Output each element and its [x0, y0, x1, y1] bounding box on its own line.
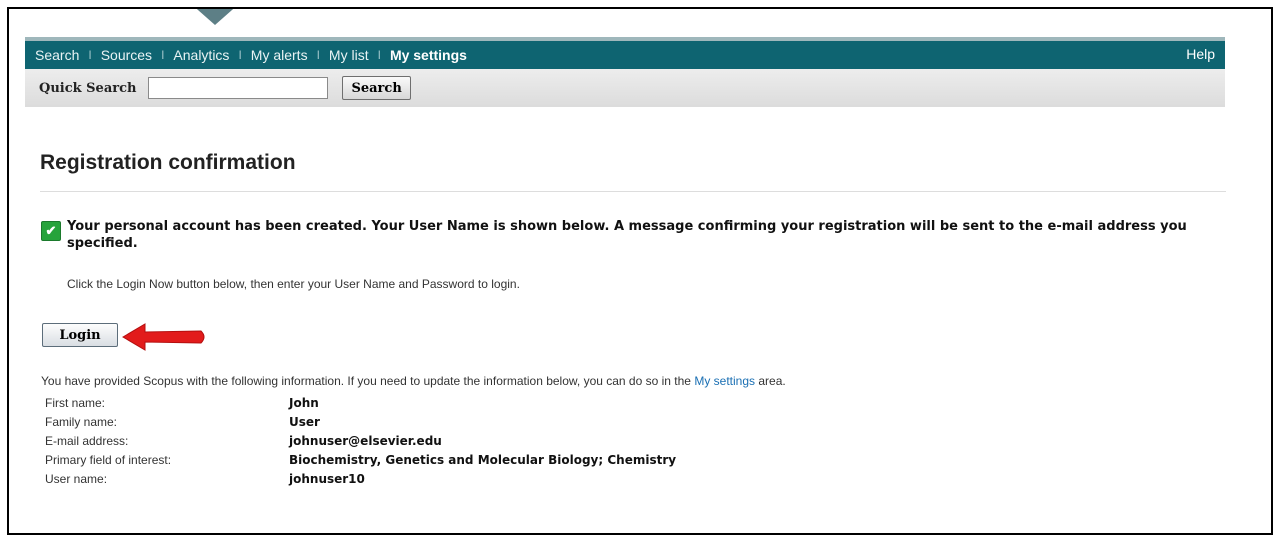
quick-search-button[interactable]: Search [342, 76, 411, 100]
nav-separator: I [88, 48, 92, 62]
table-row: Family name: User [45, 415, 676, 434]
quick-search-bar: Quick Search Search [25, 69, 1225, 107]
table-row: E-mail address: johnuser@elsevier.edu [45, 434, 676, 453]
provided-prefix: You have provided Scopus with the follow… [41, 374, 691, 388]
top-navigation-bar: Search I Sources I Analytics I My alerts… [25, 37, 1225, 69]
logo-notch [181, 9, 249, 25]
help-link[interactable]: Help [1186, 46, 1215, 62]
screenshot-frame: Search I Sources I Analytics I My alerts… [7, 7, 1273, 535]
info-value: johnuser10 [289, 472, 365, 486]
confirmation-message: Your personal account has been created. … [67, 219, 1187, 251]
info-label: Family name: [45, 415, 118, 429]
nav-separator: I [377, 48, 381, 62]
quick-search-label: Quick Search [39, 80, 137, 96]
info-value: johnuser@elsevier.edu [289, 434, 442, 448]
nav-my-settings[interactable]: My settings [390, 47, 467, 63]
info-label: Primary field of interest: [45, 453, 172, 467]
login-button[interactable]: Login [42, 323, 118, 347]
info-label: E-mail address: [45, 434, 129, 448]
provided-info-text: You have provided Scopus with the follow… [41, 374, 786, 388]
info-value: User [289, 415, 320, 429]
info-value: John [289, 396, 319, 410]
nav-my-list[interactable]: My list [329, 47, 369, 63]
nav-search[interactable]: Search [35, 47, 79, 63]
table-row: User name: johnuser10 [45, 472, 676, 491]
provided-suffix: area. [758, 374, 786, 388]
nav-menu: Search I Sources I Analytics I My alerts… [25, 47, 467, 63]
info-label: User name: [45, 472, 108, 486]
quick-search-input[interactable] [148, 77, 329, 99]
table-row: First name: John [45, 396, 676, 415]
nav-sources[interactable]: Sources [101, 47, 152, 63]
red-arrow-icon [122, 323, 205, 351]
nav-analytics[interactable]: Analytics [173, 47, 229, 63]
nav-separator: I [238, 48, 242, 62]
check-icon: ✔ [41, 221, 61, 241]
table-row: Primary field of interest: Biochemistry,… [45, 453, 676, 472]
info-label: First name: [45, 396, 106, 410]
my-settings-link[interactable]: My settings [694, 374, 755, 388]
page-title: Registration confirmation [40, 151, 296, 174]
account-info-table: First name: John Family name: User E-mai… [45, 396, 676, 491]
nav-my-alerts[interactable]: My alerts [251, 47, 308, 63]
nav-separator: I [316, 48, 320, 62]
info-value: Biochemistry, Genetics and Molecular Bio… [289, 453, 677, 467]
title-divider [40, 191, 1226, 192]
nav-separator: I [161, 48, 165, 62]
login-instruction: Click the Login Now button below, then e… [67, 277, 520, 291]
